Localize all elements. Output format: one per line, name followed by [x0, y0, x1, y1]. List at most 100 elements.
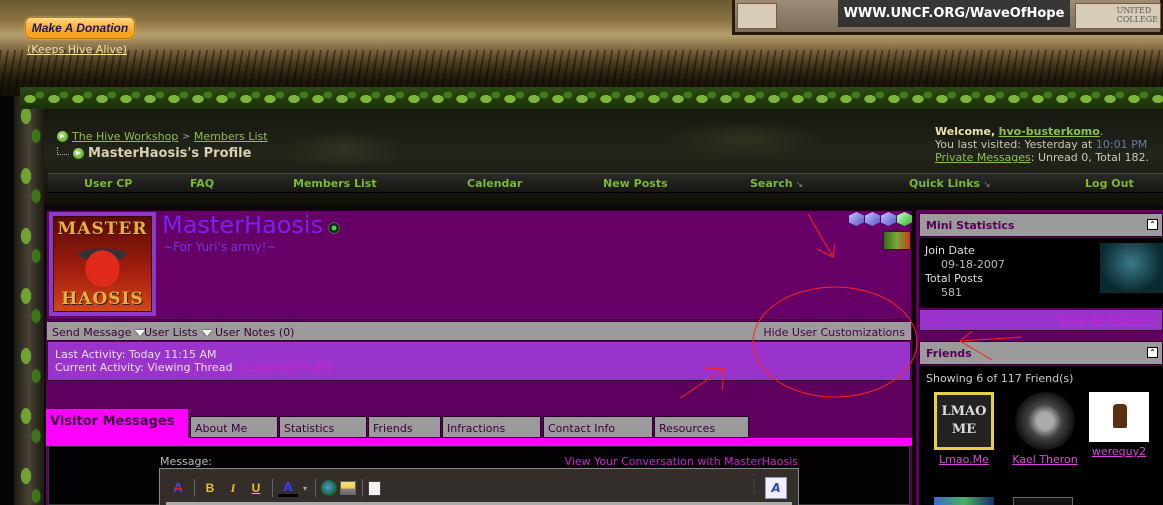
toolbar-separator — [315, 479, 316, 497]
page-title: MasterHaosis's Profile — [88, 146, 252, 161]
friend-avatar-partial[interactable] — [934, 497, 994, 505]
color-dropdown-caret-icon[interactable]: ▾ — [301, 478, 309, 498]
remove-formatting-icon[interactable]: A — [168, 478, 188, 498]
user-notes-link[interactable]: User Notes (0) — [215, 326, 294, 339]
gem-icon — [849, 212, 864, 226]
tab-resources[interactable]: Resources — [654, 416, 749, 438]
ad-banner[interactable]: WWW.UNCF.ORG/WaveOfHope UNITED COLLEGE — [732, 0, 1163, 35]
tab-about-me[interactable]: About Me — [190, 416, 278, 438]
mini-statistics-header: Mini Statistics ⌃ — [919, 213, 1163, 237]
breadcrumb-link-members[interactable]: Members List — [194, 130, 268, 143]
vine-border-left — [14, 96, 44, 505]
nav-log-out[interactable]: Log Out — [1085, 177, 1134, 190]
show-all-statistics-link[interactable]: Show All Statistics — [1057, 314, 1158, 327]
friend-avatar-partial[interactable] — [1013, 497, 1073, 505]
nav-new-posts[interactable]: New Posts — [603, 177, 668, 190]
current-user-link[interactable]: hvo-busterkomo — [999, 125, 1100, 138]
customize-profile-link[interactable]: Customize Profile — [238, 361, 333, 374]
pm-status: : Unread 0, Total 182. — [1030, 151, 1149, 164]
welcome-panel: Welcome, hvo-busterkomo. You last visite… — [935, 125, 1149, 164]
friend-item[interactable]: LMAO ME Lmao.Me — [933, 392, 995, 466]
nav-user-cp[interactable]: User CP — [84, 177, 132, 190]
gem-icon — [865, 212, 880, 226]
arrow-right-icon — [73, 148, 84, 159]
tab-contact-info[interactable]: Contact Info — [543, 416, 653, 438]
tab-statistics[interactable]: Statistics — [279, 416, 367, 438]
breadcrumb-separator: > — [182, 131, 190, 142]
mini-statistics-title: Mini Statistics — [926, 219, 1015, 232]
underline-button[interactable]: U — [246, 478, 266, 498]
insert-link-icon[interactable] — [321, 480, 337, 496]
nav-calendar[interactable]: Calendar — [467, 177, 522, 190]
tree-connector — [57, 146, 69, 155]
user-lists-dropdown[interactable]: User Lists — [144, 326, 212, 339]
friend-name-link[interactable]: werequy2 — [1088, 445, 1150, 458]
hide-customizations-link[interactable]: Hide User Customizations — [763, 326, 905, 339]
avatar-image: MASTER HAOSIS — [53, 216, 152, 312]
vine-border-top — [20, 87, 1163, 109]
banner-college-logo: UNITED COLLEGE — [1116, 6, 1158, 24]
banner-plate — [737, 3, 777, 29]
insert-quote-icon[interactable] — [368, 480, 381, 496]
friend-item[interactable]: werequy2 — [1088, 392, 1150, 458]
tab-infractions[interactable]: Infractions — [442, 416, 541, 438]
view-conversation-link[interactable]: View Your Conversation with MasterHaosis — [565, 455, 798, 468]
last-visit-text: You last visited: Yesterday at — [935, 138, 1093, 151]
collapse-icon[interactable]: ⌃ — [1147, 219, 1158, 230]
private-messages-link[interactable]: Private Messages — [935, 151, 1031, 164]
gem-icon — [897, 212, 912, 226]
dropdown-caret-icon: ↘ — [795, 180, 804, 190]
gem-icon — [881, 212, 896, 226]
reputation-gems — [849, 212, 912, 226]
dropdown-triangle-icon — [201, 329, 212, 336]
current-activity: Current Activity: Viewing Thread — [55, 361, 233, 374]
mini-statistics-image — [1100, 243, 1163, 293]
online-status-icon — [328, 222, 340, 234]
profile-action-bar: Send Message User Lists User Notes (0) H… — [47, 321, 911, 341]
friend-avatar[interactable] — [1015, 392, 1075, 450]
friend-name-link[interactable]: Lmao.Me — [933, 453, 995, 466]
toolbar-grip-icon[interactable]: ⋮ ⋮ — [750, 479, 758, 494]
italic-button[interactable]: I — [223, 478, 243, 498]
breadcrumb: The Hive Workshop > Members List — [57, 130, 268, 143]
toolbar-separator — [194, 479, 195, 497]
banner-text: WWW.UNCF.ORG/WaveOfHope — [838, 0, 1070, 27]
toolbar-separator — [362, 479, 363, 497]
last-visit-time: 10:01 PM — [1095, 138, 1148, 151]
font-color-icon[interactable]: A — [278, 479, 298, 497]
nav-faq[interactable]: FAQ — [190, 177, 214, 190]
friend-item[interactable]: Kael Theron — [1005, 392, 1085, 466]
friend-name-link[interactable]: Kael Theron — [1005, 453, 1085, 466]
activity-panel: Last Activity: Today 11:15 AM Current Ac… — [47, 342, 911, 381]
friends-count: Showing 6 of 117 Friend(s) — [926, 372, 1074, 385]
breadcrumb-link-home[interactable]: The Hive Workshop — [72, 130, 178, 143]
message-label: Message: — [160, 455, 212, 468]
active-tab-strip — [46, 438, 912, 446]
donate-subtext-link[interactable]: (Keeps Hive Alive) — [27, 43, 127, 56]
profile-avatar: MASTER HAOSIS — [49, 212, 156, 316]
friend-avatar[interactable] — [1089, 392, 1149, 442]
donate-button[interactable]: Make A Donation — [25, 17, 135, 39]
bold-button[interactable]: B — [200, 478, 220, 498]
friends-header: Friends ⌃ — [919, 341, 1163, 365]
nav-members-list[interactable]: Members List — [293, 177, 377, 190]
friend-avatar[interactable]: LMAO ME — [934, 392, 994, 450]
nav-search[interactable]: Search ↘ — [750, 177, 803, 190]
mini-statistics-footer: Show All Statistics — [919, 309, 1163, 331]
friends-title: Friends — [926, 347, 972, 360]
insert-image-icon[interactable] — [340, 481, 356, 495]
arrow-right-icon — [57, 131, 68, 142]
send-message-dropdown[interactable]: Send Message — [52, 326, 146, 339]
tab-visitor-messages[interactable]: Visitor Messages — [46, 409, 188, 438]
switch-editor-mode-icon[interactable]: A — [765, 477, 787, 499]
profile-username: MasterHaosis — [162, 211, 324, 239]
user-title: ~For Yuri's army!~ — [163, 240, 277, 254]
nav-quick-links[interactable]: Quick Links ↘ — [909, 177, 991, 190]
dropdown-caret-icon: ↘ — [983, 180, 991, 190]
collapse-icon[interactable]: ⌃ — [1147, 347, 1158, 358]
toolbar-separator — [272, 479, 273, 497]
welcome-greeting: Welcome, — [935, 125, 996, 138]
rank-badge-image — [883, 231, 911, 250]
tab-friends[interactable]: Friends — [368, 416, 441, 438]
left-margin — [0, 96, 14, 505]
